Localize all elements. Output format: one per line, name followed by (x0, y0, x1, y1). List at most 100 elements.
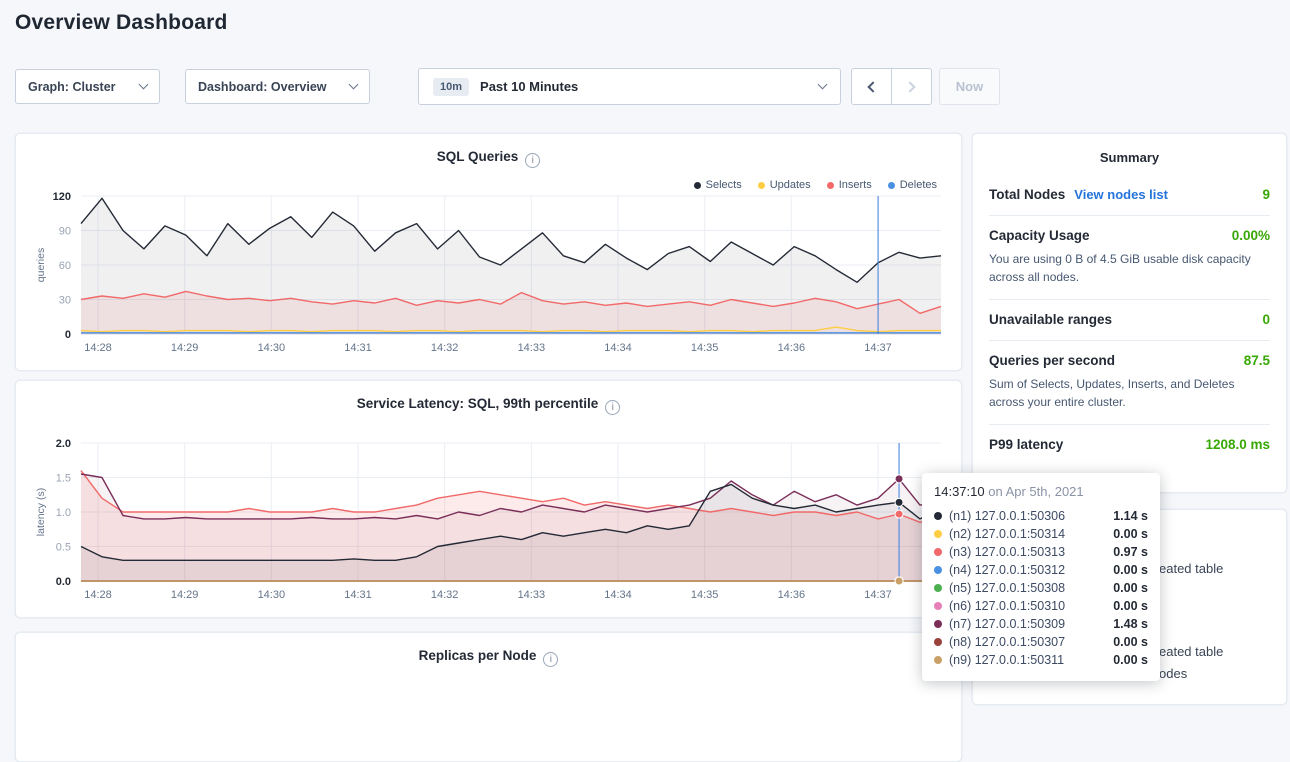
svg-text:14:28: 14:28 (84, 342, 112, 354)
summary-row: Capacity Usage0.00%You are using 0 B of … (989, 216, 1270, 300)
series-color-dot (934, 638, 942, 646)
svg-text:14:33: 14:33 (518, 589, 546, 601)
node-latency-value: 0.00 s (1113, 653, 1148, 667)
svg-text:0.0: 0.0 (56, 576, 71, 588)
time-range-selector[interactable]: 10m Past 10 Minutes (418, 68, 841, 105)
svg-text:60: 60 (59, 260, 71, 272)
summary-row: Queries per second 87.5 Sum of Selects, Up… (989, 341, 1270, 425)
node-latency-value: 0.00 s (1113, 635, 1148, 649)
node-link[interactable]: (n9) 127.0.0.1:50311 (949, 653, 1064, 667)
svg-text:90: 90 (59, 226, 71, 238)
summary-label: Queries per second (989, 353, 1115, 368)
summary-value: 9 (1262, 187, 1270, 202)
svg-text:1.5: 1.5 (56, 473, 71, 485)
svg-text:14:32: 14:32 (431, 589, 459, 601)
summary-rows: Total Nodes View nodes list 9 Capacity Usag… (989, 175, 1270, 465)
node-link[interactable]: (n7) 127.0.0.1:50309 (949, 617, 1065, 631)
svg-text:queries: queries (35, 248, 47, 282)
summary-row: Unavailable ranges0 (989, 300, 1270, 341)
dashboard-dropdown[interactable]: Dashboard: Overview (185, 69, 370, 104)
summary-label: Total Nodes (989, 187, 1065, 202)
series-color-dot (934, 530, 942, 538)
summary-panel: Summary Total Nodes View nodes list 9 Capac… (972, 133, 1287, 493)
series-color-dot (934, 584, 942, 592)
node-latency-value: 0.00 s (1113, 581, 1148, 595)
svg-text:0.5: 0.5 (56, 542, 71, 554)
time-range-label: Past 10 Minutes (480, 79, 578, 94)
series-color-dot (934, 620, 942, 628)
event-item-fragment[interactable]: eated table (1159, 561, 1223, 576)
service-latency-chart-canvas[interactable]: 0.00.51.01.52.014:2814:2914:3014:3114:32… (16, 435, 963, 615)
node-link[interactable]: (n2) 127.0.0.1:50314 (949, 527, 1065, 541)
replicas-per-node-panel: Replicas per Nodei (15, 632, 962, 762)
node-link[interactable]: (n4) 127.0.0.1:50312 (949, 563, 1065, 577)
node-link[interactable]: (n5) 127.0.0.1:50308 (949, 581, 1065, 595)
node-link[interactable]: (n6) 127.0.0.1:50310 (949, 599, 1065, 613)
info-icon[interactable]: i (543, 652, 558, 667)
node-latency-value: 0.00 s (1113, 527, 1148, 541)
summary-label: Capacity Usage (989, 228, 1090, 243)
graph-dropdown[interactable]: Graph: Cluster (15, 69, 160, 104)
page-title: Overview Dashboard (15, 11, 228, 35)
graph-dropdown-label: Graph: Cluster (28, 80, 116, 94)
node-latency-value: 1.48 s (1113, 617, 1148, 631)
chart-title: SQL Queries i (16, 149, 961, 168)
tooltip-row: (n4) 127.0.0.1:50312 0.00 s (934, 561, 1148, 579)
summary-label: P99 latency (989, 437, 1063, 452)
tooltip-row: (n6) 127.0.0.1:50310 0.00 s (934, 597, 1148, 615)
time-prev-button[interactable] (851, 68, 892, 105)
chevron-down-icon (349, 80, 359, 90)
time-window-badge: 10m (433, 78, 469, 96)
summary-value: 87.5 (1244, 353, 1270, 368)
sql-queries-panel: SQL Queriesi SelectsUpdatesInsertsDelete… (15, 133, 962, 371)
dashboard-dropdown-label: Dashboard: Overview (198, 80, 327, 94)
crosshair-dot-n7 (895, 475, 903, 483)
svg-text:14:36: 14:36 (778, 342, 806, 354)
chart-title: Service Latency: SQL, 99th percentilei (16, 396, 961, 415)
summary-description: Sum of Selects, Updates, Inserts, and De… (989, 375, 1270, 411)
sql-queries-chart-canvas[interactable]: 030609012014:2814:2914:3014:3114:3214:33… (16, 188, 963, 368)
summary-description: You are using 0 B of 4.5 GiB usable disk… (989, 250, 1270, 286)
node-link[interactable]: (n8) 127.0.0.1:50307 (949, 635, 1065, 649)
tooltip-row: (n9) 127.0.0.1:50311 0.00 s (934, 651, 1148, 669)
tooltip-row: (n8) 127.0.0.1:50307 0.00 s (934, 633, 1148, 651)
node-link[interactable]: (n1) 127.0.0.1:50306 (949, 509, 1065, 523)
info-icon[interactable]: i (605, 400, 620, 415)
svg-text:120: 120 (53, 191, 71, 203)
summary-row: P99 latency1208.0 ms (989, 425, 1270, 465)
svg-text:14:33: 14:33 (518, 342, 546, 354)
node-latency-value: 0.97 s (1113, 545, 1148, 559)
tooltip-row: (n2) 127.0.0.1:50314 0.00 s (934, 525, 1148, 543)
series-color-dot (934, 512, 942, 520)
svg-text:14:29: 14:29 (171, 342, 199, 354)
svg-text:14:35: 14:35 (691, 342, 719, 354)
info-icon[interactable]: i (525, 153, 540, 168)
chevron-left-icon (867, 81, 878, 92)
svg-text:14:30: 14:30 (258, 589, 286, 601)
node-link[interactable]: (n3) 127.0.0.1:50313 (949, 545, 1065, 559)
svg-text:14:36: 14:36 (778, 589, 806, 601)
chart-hover-tooltip: 14:37:10 on Apr 5th, 2021 (n1) 127.0.0.1… (922, 473, 1160, 681)
node-latency-value: 0.00 s (1113, 563, 1148, 577)
chevron-down-icon (818, 80, 828, 90)
view-nodes-list-link[interactable]: View nodes list (1074, 187, 1168, 202)
svg-text:14:35: 14:35 (691, 589, 719, 601)
svg-text:2.0: 2.0 (56, 438, 71, 450)
summary-title: Summary (989, 134, 1270, 175)
series-color-dot (934, 566, 942, 574)
chart-title-text: SQL Queries (437, 149, 519, 164)
tooltip-header: 14:37:10 on Apr 5th, 2021 (934, 484, 1148, 499)
service-latency-panel: Service Latency: SQL, 99th percentilei 0… (15, 380, 962, 618)
svg-text:latency (s): latency (s) (35, 488, 47, 536)
series-area-selects (81, 198, 941, 334)
chevron-down-icon (139, 80, 149, 90)
tooltip-row: (n1) 127.0.0.1:503061.14 s (934, 507, 1148, 525)
tooltip-row: (n5) 127.0.0.1:50308 0.00 s (934, 579, 1148, 597)
chevron-right-icon (904, 81, 915, 92)
series-color-dot (934, 656, 942, 664)
tooltip-row: (n3) 127.0.0.1:50313 0.97 s (934, 543, 1148, 561)
event-item-fragment[interactable]: eated table (1159, 644, 1223, 659)
event-item-fragment[interactable]: odes (1159, 666, 1187, 681)
summary-value: 0 (1262, 312, 1270, 327)
node-latency-value: 0.00 s (1113, 599, 1148, 613)
